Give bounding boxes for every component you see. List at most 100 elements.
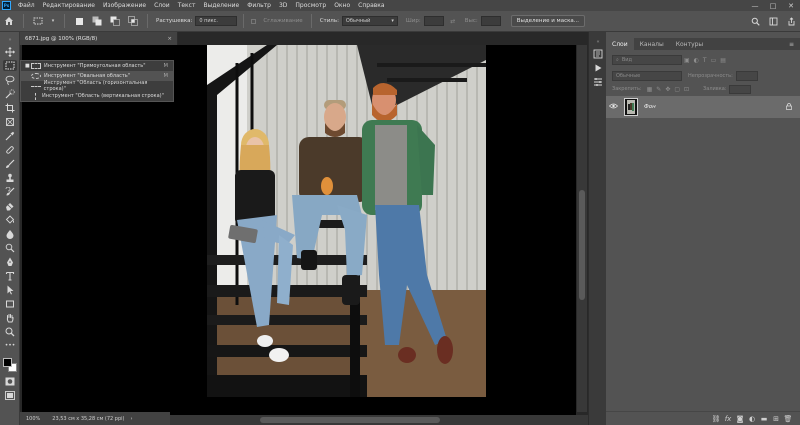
- feather-input[interactable]: 0 пикс.: [195, 16, 238, 26]
- new-group-icon[interactable]: ▬: [758, 415, 770, 423]
- panel-menu-icon[interactable]: ≡: [789, 41, 794, 48]
- tab-channels[interactable]: Каналы: [634, 41, 670, 48]
- height-input[interactable]: [480, 16, 501, 26]
- paint-bucket-tool-icon[interactable]: [3, 214, 17, 225]
- minimize-button[interactable]: —: [746, 2, 764, 10]
- new-selection-icon[interactable]: [73, 15, 85, 27]
- add-mask-icon[interactable]: ◙: [734, 415, 746, 423]
- maximize-button[interactable]: □: [764, 2, 782, 10]
- adjustment-layer-icon[interactable]: ◐: [746, 415, 758, 423]
- search-icon[interactable]: [749, 15, 761, 27]
- delete-layer-icon[interactable]: 🗑: [782, 415, 794, 423]
- path-selection-tool-icon[interactable]: [3, 284, 17, 295]
- blur-tool-icon[interactable]: [3, 228, 17, 239]
- subtract-selection-icon[interactable]: [109, 15, 121, 27]
- menu-help[interactable]: Справка: [354, 2, 388, 9]
- actions-panel-icon[interactable]: [592, 62, 604, 74]
- blend-mode-select[interactable]: Обычные: [612, 71, 682, 81]
- link-layers-icon[interactable]: ⛓: [710, 415, 722, 423]
- history-panel-icon[interactable]: [592, 48, 604, 60]
- filter-shape-icon[interactable]: ▭: [711, 57, 717, 64]
- eraser-tool-icon[interactable]: [3, 200, 17, 211]
- more-tools-icon[interactable]: •••: [3, 340, 17, 351]
- menu-edit[interactable]: Редактирование: [39, 2, 99, 9]
- dock-collapse-icon[interactable]: «: [592, 36, 604, 48]
- menu-select[interactable]: Выделение: [199, 2, 243, 9]
- swap-icon[interactable]: ⇄: [447, 15, 459, 27]
- hand-tool-icon[interactable]: [3, 312, 17, 323]
- filter-type-icon[interactable]: T: [703, 57, 707, 64]
- toolbar-collapse-icon[interactable]: »: [3, 34, 17, 45]
- menu-type[interactable]: Текст: [174, 2, 200, 9]
- lock-position-icon[interactable]: ✥: [665, 86, 670, 93]
- screen-mode-icon[interactable]: [3, 390, 17, 401]
- intersect-selection-icon[interactable]: [127, 15, 139, 27]
- marquee-preset-icon[interactable]: [32, 15, 44, 27]
- zoom-tool-icon[interactable]: [3, 326, 17, 337]
- style-select[interactable]: Обычный ▾: [341, 16, 398, 26]
- antialias-checkbox[interactable]: [250, 15, 257, 27]
- opacity-input[interactable]: [735, 71, 758, 81]
- lock-icon[interactable]: [786, 102, 792, 112]
- layer-filter-select[interactable]: ⌕ Вид: [612, 55, 682, 65]
- quick-mask-icon[interactable]: [3, 376, 17, 387]
- width-input[interactable]: [423, 16, 444, 26]
- menu-3d[interactable]: 3D: [275, 2, 291, 9]
- lock-artboard-icon[interactable]: ▢: [674, 86, 680, 93]
- close-window-button[interactable]: ✕: [782, 2, 800, 10]
- tab-layers[interactable]: Слои: [606, 38, 634, 50]
- frame-tool-icon[interactable]: [3, 116, 17, 127]
- tab-paths[interactable]: Контуры: [670, 41, 709, 48]
- crop-tool-icon[interactable]: [3, 102, 17, 113]
- layer-row-background[interactable]: Фон: [606, 96, 800, 118]
- lock-transparent-icon[interactable]: ▦: [647, 86, 653, 93]
- brush-tool-icon[interactable]: [3, 158, 17, 169]
- chevron-right-icon[interactable]: ›: [130, 416, 132, 422]
- move-tool-icon[interactable]: [3, 46, 17, 57]
- home-icon[interactable]: [3, 15, 15, 27]
- lock-all-icon[interactable]: ⊡: [684, 86, 689, 93]
- menu-filter[interactable]: Фильтр: [243, 2, 275, 9]
- chevron-down-icon[interactable]: ▾: [50, 15, 56, 27]
- add-selection-icon[interactable]: [91, 15, 103, 27]
- lasso-tool-icon[interactable]: [3, 74, 17, 85]
- type-tool-icon[interactable]: [3, 270, 17, 281]
- rectangular-marquee-tool-icon[interactable]: [3, 60, 17, 71]
- menu-view[interactable]: Просмотр: [291, 2, 330, 9]
- flyout-item-label: Инструмент "Область (вертикальная строка…: [42, 93, 164, 99]
- foreground-color-swatch[interactable]: [3, 358, 12, 367]
- filter-adjustment-icon[interactable]: ◐: [694, 57, 699, 64]
- vertical-scrollbar-thumb[interactable]: [579, 190, 585, 300]
- menu-layers[interactable]: Слои: [150, 2, 174, 9]
- layer-style-icon[interactable]: fx: [722, 415, 734, 423]
- properties-panel-icon[interactable]: [592, 76, 604, 88]
- clone-stamp-tool-icon[interactable]: [3, 172, 17, 183]
- new-layer-icon[interactable]: ⊞: [770, 415, 782, 423]
- zoom-level[interactable]: 100%: [20, 416, 46, 422]
- select-and-mask-button[interactable]: Выделение и маска...: [510, 15, 586, 27]
- menu-image[interactable]: Изображение: [99, 2, 150, 9]
- eye-icon[interactable]: [606, 103, 620, 111]
- eyedropper-tool-icon[interactable]: [3, 130, 17, 141]
- close-tab-icon[interactable]: ×: [167, 36, 172, 42]
- filter-pixel-icon[interactable]: ▣: [684, 57, 690, 64]
- flyout-item-rectangular-marquee[interactable]: ■ Инструмент "Прямоугольная область" M: [21, 61, 173, 71]
- pen-tool-icon[interactable]: [3, 256, 17, 267]
- share-icon[interactable]: [785, 15, 797, 27]
- rectangle-tool-icon[interactable]: [3, 298, 17, 309]
- filter-smart-object-icon[interactable]: ▤: [720, 57, 726, 64]
- document-tab[interactable]: 6871.jpg @ 100% (RGB/8) ×: [20, 32, 178, 45]
- healing-brush-tool-icon[interactable]: [3, 144, 17, 155]
- quick-selection-tool-icon[interactable]: [3, 88, 17, 99]
- menu-window[interactable]: Окно: [330, 2, 354, 9]
- flyout-item-single-column-marquee[interactable]: Инструмент "Область (вертикальная строка…: [21, 91, 173, 101]
- color-swatches[interactable]: [3, 358, 17, 372]
- dodge-tool-icon[interactable]: [3, 242, 17, 253]
- menu-file[interactable]: Файл: [14, 2, 39, 9]
- lock-image-icon[interactable]: ✎: [656, 86, 661, 93]
- fill-input[interactable]: [729, 84, 752, 94]
- flyout-item-single-row-marquee[interactable]: Инструмент "Область (горизонтальная стро…: [21, 80, 173, 92]
- history-brush-tool-icon[interactable]: [3, 186, 17, 197]
- horizontal-scrollbar-thumb[interactable]: [260, 417, 440, 423]
- workspace-icon[interactable]: [767, 15, 779, 27]
